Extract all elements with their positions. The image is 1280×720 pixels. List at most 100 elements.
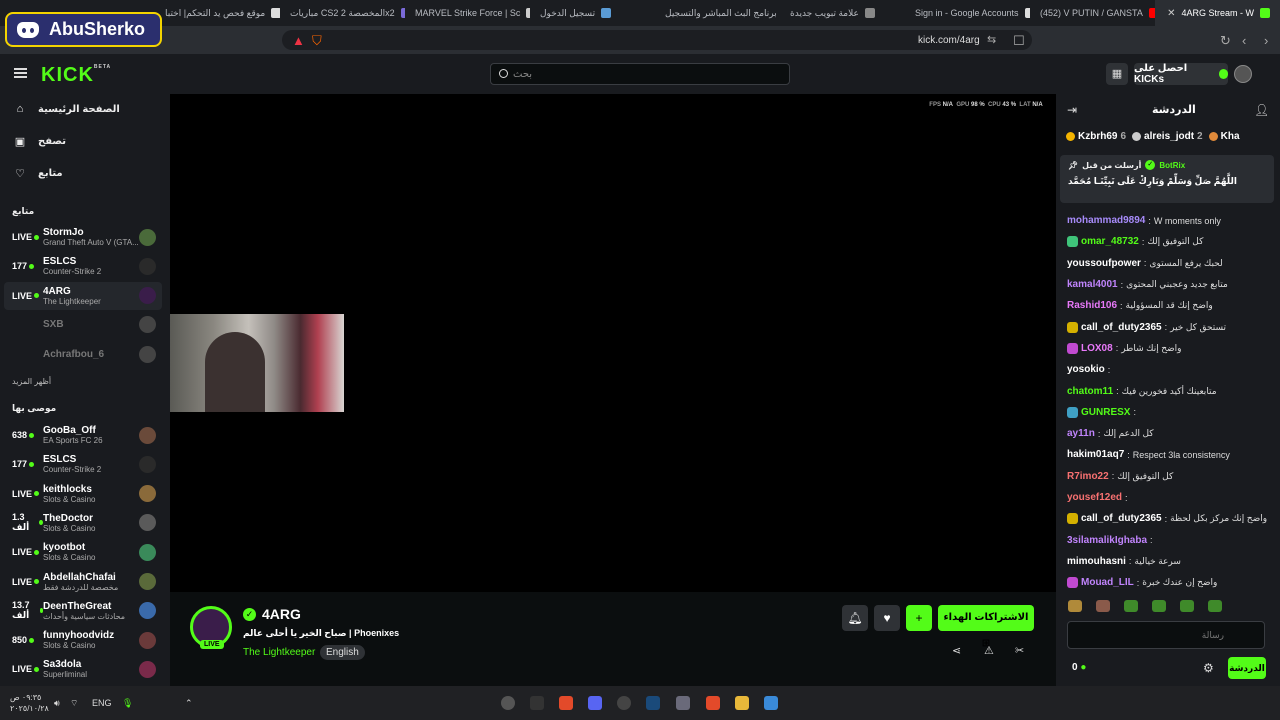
brave-browser-icon[interactable] <box>706 696 720 710</box>
notification-bell-icon[interactable]: 🔔︎ <box>842 605 868 631</box>
chat-username[interactable]: ay11n <box>1067 428 1095 439</box>
share-page-icon[interactable]: ⇆ <box>987 33 996 46</box>
dashboard-button[interactable]: ▦ <box>1106 63 1128 85</box>
users-list-icon[interactable]: 👤︎ <box>1254 103 1269 117</box>
chat-message[interactable]: mohammad9894: W moments only <box>1067 210 1272 231</box>
sidebar-channel[interactable]: LIVE keithlocks Slots & Casino <box>4 480 162 508</box>
chat-message[interactable]: omar_48732: كل التوفيق إلك <box>1067 231 1272 252</box>
language-indicator[interactable]: ENG <box>92 698 112 708</box>
search-input[interactable]: بحث <box>490 63 790 85</box>
chat-message[interactable]: call_of_duty2365: تستحق كل خير <box>1067 316 1272 337</box>
chat-username[interactable]: mimouhasni <box>1067 556 1126 567</box>
bookmark-icon[interactable]: ☐ <box>1013 33 1025 49</box>
sidebar-channel[interactable]: 13.7 ألف DeenTheGreat محادثات سياسية وأحدا… <box>4 597 162 625</box>
pinned-message[interactable]: 📌︎ أرسلت من قبل ✓ BotRix اللَّهُمَّ صَلِ… <box>1060 155 1274 203</box>
settings-taskbar-icon[interactable] <box>501 696 515 710</box>
chat-message[interactable]: chatom11: متابعينك أكيد فخورين فيك <box>1067 380 1272 401</box>
emote-icon[interactable] <box>1152 600 1166 612</box>
sidebar-channel[interactable]: SXB <box>4 311 162 339</box>
emote-icon[interactable] <box>1208 600 1222 612</box>
chat-username[interactable]: LOX08 <box>1081 343 1113 354</box>
user-avatar[interactable] <box>1234 65 1252 83</box>
chat-username[interactable]: chatom11 <box>1067 386 1113 397</box>
chat-username[interactable]: yosokio <box>1067 364 1105 375</box>
language-tag[interactable]: English <box>320 645 365 660</box>
browser-tab[interactable]: MARVEL Strike Force | Sc <box>405 0 530 26</box>
top-gifter[interactable]: alreis_jodt 2 <box>1132 131 1203 142</box>
sidebar-channel[interactable]: Achrafbou_6 <box>4 340 162 368</box>
chat-message[interactable]: mimouhasni: سرعة خيالية <box>1067 551 1272 572</box>
chat-settings-gear-icon[interactable]: ⚙ <box>1203 661 1214 675</box>
steam-icon[interactable] <box>646 696 660 710</box>
menu-icon[interactable] <box>14 68 27 78</box>
chat-username[interactable]: 3silamalikIghaba <box>1067 535 1147 546</box>
chat-username[interactable]: kamal4001 <box>1067 279 1118 290</box>
sidebar-channel[interactable]: LIVE StormJo Grand Theft Auto V (GTA... <box>4 223 162 251</box>
sidebar-channel[interactable]: LIVE AbdellahChafai مخصصة للدردشة فقط <box>4 568 162 596</box>
taskbar-clock[interactable]: ٠٩:٣٥ ص ٢٠٢٥/١٠/٢٨ <box>10 692 49 714</box>
chat-message[interactable]: R7imo22: كل التوفيق إلك <box>1067 466 1272 487</box>
emote-icon[interactable] <box>1124 600 1138 612</box>
kick-logo[interactable]: KICKBETA <box>41 64 111 87</box>
brave-shield-icon[interactable]: ⛉ <box>312 33 322 49</box>
chat-username[interactable]: R7imo22 <box>1067 471 1109 482</box>
windows-start-icon[interactable] <box>764 696 778 710</box>
sidebar-channel[interactable]: 850 funnyhoodvidz Slots & Casino <box>4 626 162 654</box>
chat-message[interactable]: 3silamalikIghaba: <box>1067 529 1272 550</box>
chat-message[interactable]: GUNRESX: <box>1067 402 1272 423</box>
browser-tab[interactable]: علامة تبويب جديدة <box>780 0 905 26</box>
back-arrow-icon[interactable]: › <box>1264 33 1268 48</box>
follow-plus-button[interactable]: + <box>906 605 932 631</box>
heart-follow-icon[interactable]: ♥ <box>874 605 900 631</box>
browser-tab[interactable]: 4ARG Stream - W ✕ <box>1155 0 1280 26</box>
chat-message[interactable]: Rashid106: واضح إنك قد المسؤولية <box>1067 295 1272 316</box>
video-player[interactable]: FPS N/A GPU 98 % CPU 43 % LAT N/A <box>170 94 1056 592</box>
file-explorer-icon[interactable] <box>735 696 749 710</box>
chat-message[interactable]: call_of_duty2365: واضح إنك مركز بكل لحظة <box>1067 508 1272 529</box>
chat-message[interactable]: youssoufpower: لحبك يرفع المستوى <box>1067 253 1272 274</box>
top-gifter[interactable]: Kha <box>1208 131 1243 142</box>
obs-icon[interactable] <box>617 696 631 710</box>
show-more-link[interactable]: أظهر المزيد <box>12 377 51 386</box>
clip-icon[interactable]: ✂ <box>1015 644 1024 657</box>
stream-category[interactable]: The Lightkeeper <box>243 647 315 658</box>
chat-send-button[interactable]: الدردشة <box>1228 657 1266 679</box>
browser-tab[interactable]: (452) V PUTIN / GANSTA <box>1030 0 1155 26</box>
chat-username[interactable]: yousef12ed <box>1067 492 1122 503</box>
chat-username[interactable]: mohammad9894 <box>1067 215 1145 226</box>
chat-input[interactable]: رسالة <box>1067 621 1265 649</box>
emote-icon[interactable] <box>1180 600 1194 612</box>
sidebar-nav-item[interactable]: ⌂ الصفحة الرئيسية <box>14 103 120 115</box>
sidebar-channel[interactable]: LIVE 4ARG The Lightkeeper <box>4 281 162 310</box>
sidebar-channel[interactable]: 1.3 ألف TheDoctor Slots & Casino <box>4 509 162 537</box>
volume-icon[interactable]: 🔊︎ <box>54 698 60 709</box>
chat-message[interactable]: yousef12ed: <box>1067 487 1272 508</box>
brave-rewards-icon[interactable]: ▲ <box>292 33 305 48</box>
chat-username[interactable]: Rashid106 <box>1067 300 1117 311</box>
channel-name-row[interactable]: ✓ 4ARG <box>243 606 301 622</box>
chat-username[interactable]: Mouad_LIL <box>1081 577 1134 588</box>
chat-username[interactable]: youssoufpower <box>1067 258 1141 269</box>
sidebar-channel[interactable]: 638 GooBa_Off EA Sports FC 26 <box>4 421 162 449</box>
chat-message[interactable]: Mouad_LIL: واضح إن عندك خبرة <box>1067 572 1272 593</box>
forward-arrow-icon[interactable]: ‹ <box>1242 33 1246 48</box>
chat-username[interactable]: call_of_duty2365 <box>1081 322 1162 333</box>
reload-icon[interactable]: ↻ <box>1220 33 1231 49</box>
sidebar-channel[interactable]: 177 ESLCS Counter-Strike 2 <box>4 450 162 478</box>
browser-tab[interactable]: برنامج البث المباشر والتسجيل <box>655 0 780 26</box>
get-kicks-button[interactable]: احصل على KICKs <box>1134 63 1228 85</box>
share-icon[interactable]: ⋖ <box>952 644 961 657</box>
collapse-chat-icon[interactable]: ⇥ <box>1067 103 1077 117</box>
gift-subs-button[interactable]: الاشتراكات الهداء ⊞ <box>938 605 1034 649</box>
chat-username[interactable]: call_of_duty2365 <box>1081 513 1162 524</box>
chat-message[interactable]: LOX08: واضح إنك شاطر <box>1067 338 1272 359</box>
chat-message[interactable]: ay11n: كل الدعم إلك <box>1067 423 1272 444</box>
chat-username[interactable]: GUNRESX <box>1081 407 1130 418</box>
top-gifter[interactable]: Kzbrh69 6 <box>1066 131 1126 142</box>
sidebar-nav-item[interactable]: ▣ تصفح <box>14 135 66 148</box>
chat-username[interactable]: omar_48732 <box>1081 236 1139 247</box>
url-text[interactable]: kick.com/4arg <box>918 35 980 46</box>
sidebar-channel[interactable]: LIVE Sa3dola Superliminal <box>4 655 162 683</box>
chat-message[interactable]: hakim01aq7: Respect 3la consistency <box>1067 444 1272 465</box>
browser-tab[interactable]: Sign in - Google Accounts <box>905 0 1030 26</box>
